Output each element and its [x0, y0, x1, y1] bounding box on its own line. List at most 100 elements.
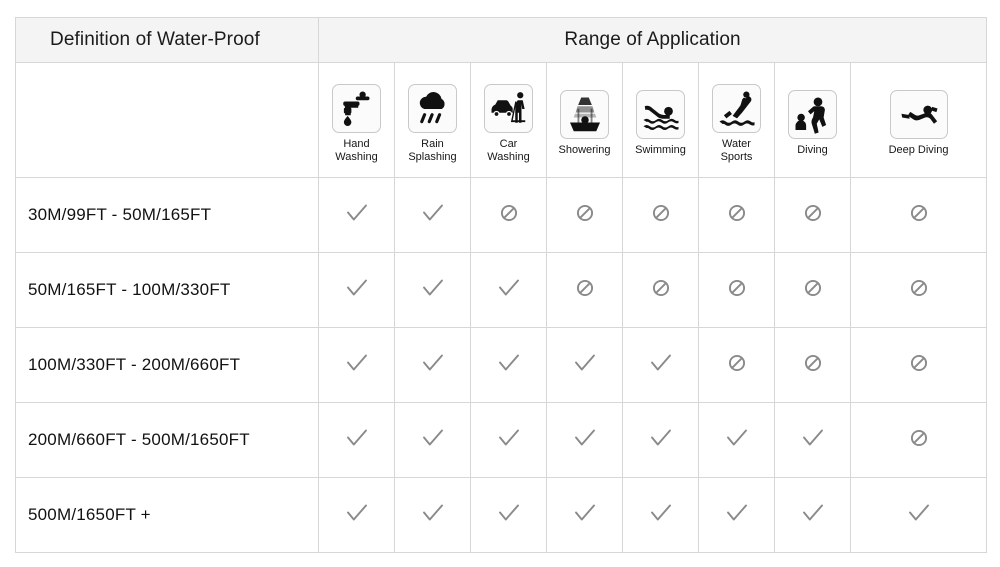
check-icon: [724, 425, 750, 451]
corner-empty-cell: [15, 62, 319, 178]
shower-icon: [560, 90, 609, 140]
column-label-hand-washing: Hand Washing: [335, 138, 378, 163]
column-header-water-sports[interactable]: Water Sports: [698, 62, 775, 178]
cell-showering: [546, 477, 623, 553]
application-title: Range of Application: [564, 29, 741, 50]
cell-diving: [774, 402, 851, 478]
column-label-diving: Diving: [797, 144, 828, 157]
depth-range-label: 200M/660FT - 500M/1650FT: [28, 430, 250, 449]
cell-rain-splashing: [394, 177, 471, 253]
check-icon: [344, 200, 370, 226]
cell-car-washing: [470, 252, 547, 328]
cell-water-sports: [698, 327, 775, 403]
check-icon: [496, 275, 522, 301]
definition-title-cell: Definition of Water-Proof: [15, 17, 319, 63]
column-header-swimming[interactable]: Swimming: [622, 62, 699, 178]
scuba-diver-icon: [788, 90, 837, 140]
cell-rain-splashing: [394, 477, 471, 553]
cell-hand-washing: [318, 477, 395, 553]
table-row: 50M/165FT - 100M/330FT: [15, 252, 988, 328]
cell-swimming: [622, 177, 699, 253]
prohibited-icon: [909, 203, 929, 223]
check-icon: [344, 275, 370, 301]
check-icon: [648, 500, 674, 526]
diver-jump-icon: [712, 84, 761, 133]
cell-swimming: [622, 252, 699, 328]
check-icon: [800, 500, 826, 526]
cell-hand-washing: [318, 327, 395, 403]
prohibited-icon: [651, 278, 671, 298]
prohibited-icon: [727, 353, 747, 373]
column-header-deep-diving[interactable]: Deep Diving: [849, 62, 988, 178]
cell-showering: [546, 327, 623, 403]
cell-swimming: [622, 327, 699, 403]
check-icon: [800, 425, 826, 451]
prohibited-icon: [727, 203, 747, 223]
check-icon: [496, 500, 522, 526]
depth-range-label: 100M/330FT - 200M/660FT: [28, 355, 241, 374]
cell-showering: [546, 402, 623, 478]
check-icon: [420, 200, 446, 226]
cell-swimming: [622, 477, 699, 553]
rain-cloud-icon: [408, 84, 457, 133]
cell-diving: [774, 252, 851, 328]
check-icon: [344, 425, 370, 451]
prohibited-icon: [575, 203, 595, 223]
cell-deep-diving: [849, 327, 988, 403]
check-icon: [420, 350, 446, 376]
cell-water-sports: [698, 252, 775, 328]
depth-range-label: 500M/1650FT +: [28, 505, 151, 524]
check-icon: [906, 500, 932, 526]
cell-water-sports: [698, 477, 775, 553]
cell-car-washing: [470, 477, 547, 553]
prohibited-icon: [803, 353, 823, 373]
cell-hand-washing: [318, 252, 395, 328]
column-label-rain-splashing: Rain Splashing: [408, 138, 457, 163]
check-icon: [724, 500, 750, 526]
cell-diving: [774, 477, 851, 553]
cell-showering: [546, 252, 623, 328]
cell-hand-washing: [318, 402, 395, 478]
table-row: 30M/99FT - 50M/165FT: [15, 177, 988, 253]
swimmer-icon: [636, 90, 685, 140]
prohibited-icon: [575, 278, 595, 298]
cell-deep-diving: [849, 177, 988, 253]
table-row: 200M/660FT - 500M/1650FT: [15, 402, 988, 478]
depth-range-label: 50M/165FT - 100M/330FT: [28, 280, 231, 299]
column-header-diving[interactable]: Diving: [774, 62, 851, 178]
table-row: 500M/1650FT +: [15, 477, 988, 553]
check-icon: [572, 500, 598, 526]
check-icon: [420, 425, 446, 451]
application-title-cell: Range of Application: [317, 17, 988, 63]
column-header-hand-washing[interactable]: Hand Washing: [318, 62, 395, 178]
table-row: 100M/330FT - 200M/660FT: [15, 327, 988, 403]
depth-range-cell: 30M/99FT - 50M/165FT: [15, 177, 319, 253]
prohibited-icon: [803, 278, 823, 298]
depth-range-cell: 100M/330FT - 200M/660FT: [15, 327, 319, 403]
cell-water-sports: [698, 402, 775, 478]
check-icon: [420, 275, 446, 301]
title-row: Definition of Water-Proof Range of Applic…: [15, 17, 988, 63]
car-washing-icon: [484, 84, 533, 133]
cell-showering: [546, 177, 623, 253]
column-header-rain-splashing[interactable]: Rain Splashing: [394, 62, 471, 178]
check-icon: [496, 425, 522, 451]
column-header-showering[interactable]: Showering: [546, 62, 623, 178]
cell-deep-diving: [849, 477, 988, 553]
depth-range-cell: 500M/1650FT +: [15, 477, 319, 553]
cell-diving: [774, 177, 851, 253]
cell-deep-diving: [849, 252, 988, 328]
prohibited-icon: [909, 278, 929, 298]
cell-rain-splashing: [394, 402, 471, 478]
check-icon: [648, 425, 674, 451]
deep-diver-icon: [889, 90, 948, 140]
prohibited-icon: [499, 203, 519, 223]
comparison-table: Definition of Water-Proof Range of Applic…: [15, 17, 988, 553]
check-icon: [648, 350, 674, 376]
column-header-car-washing[interactable]: Car Washing: [470, 62, 547, 178]
prohibited-icon: [803, 203, 823, 223]
cell-car-washing: [470, 177, 547, 253]
check-icon: [344, 500, 370, 526]
depth-range-cell: 50M/165FT - 100M/330FT: [15, 252, 319, 328]
prohibited-icon: [727, 278, 747, 298]
